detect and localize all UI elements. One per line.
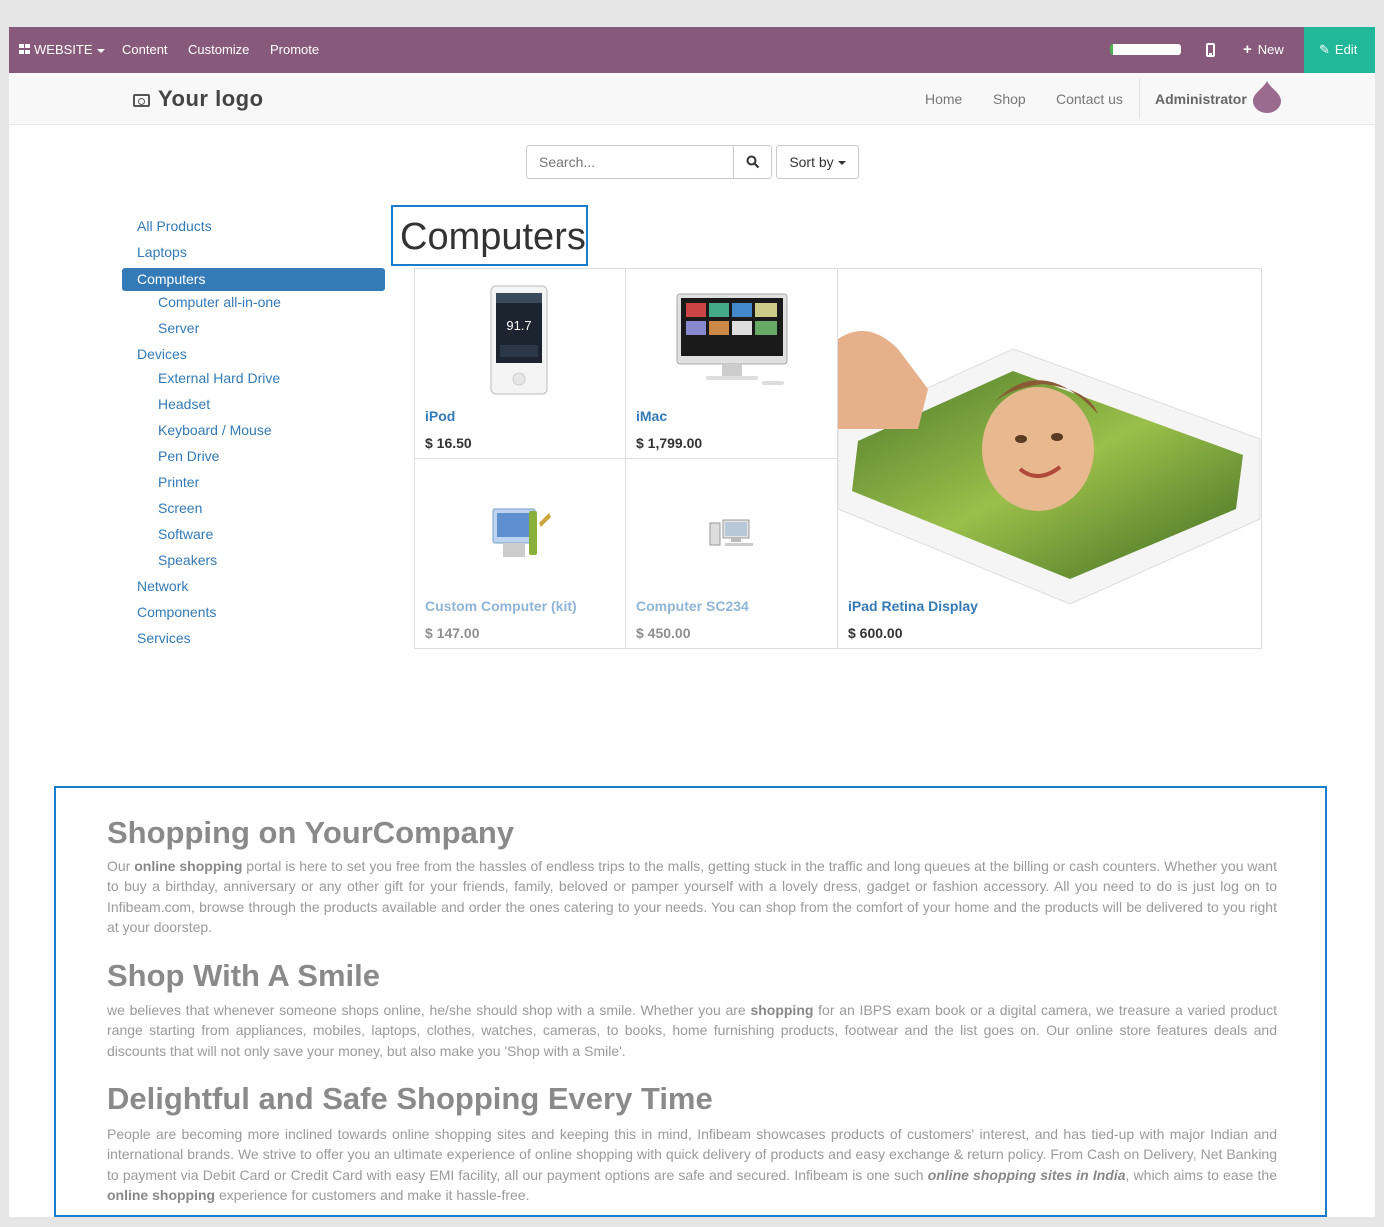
category-pen-drive[interactable]: Pen Drive — [158, 444, 219, 468]
category-speakers[interactable]: Speakers — [158, 548, 217, 572]
nav-shop[interactable]: Shop — [993, 73, 1026, 125]
product-name[interactable]: iPod — [425, 408, 455, 424]
svg-text:91.7: 91.7 — [506, 318, 531, 333]
product-name[interactable]: Custom Computer (kit) — [425, 598, 577, 614]
seo-content-section: Shopping on YourCompany Our online shopp… — [54, 786, 1327, 1217]
product-card-imac[interactable]: iMac $ 1,799.00 — [626, 269, 838, 459]
sort-by-label: Sort by — [789, 154, 834, 170]
category-external-hard-drive[interactable]: External Hard Drive — [158, 366, 280, 390]
ipod-image: 91.7 — [490, 285, 548, 395]
pencil-icon: ✎ — [1319, 42, 1330, 57]
product-price: $ 16.50 — [425, 435, 472, 451]
product-grid: 91.7 iPod $ 16.50 iMac $ 1,799.00 Custom… — [414, 268, 1262, 649]
custom-computer-image — [492, 508, 551, 557]
product-name[interactable]: iPad Retina Display — [848, 598, 978, 614]
seo-paragraph-2: we believes that whenever someone shops … — [107, 1002, 1277, 1059]
seo-heading-3: Delightful and Safe Shopping Every Time — [107, 1081, 713, 1117]
product-price: $ 450.00 — [636, 625, 691, 641]
imac-image — [676, 293, 788, 385]
seo-paragraph-3: People are becoming more inclined toward… — [107, 1126, 1277, 1203]
chevron-down-icon — [837, 161, 846, 166]
seo-heading-1: Shopping on YourCompany — [107, 815, 514, 850]
product-price: $ 147.00 — [425, 625, 480, 641]
category-headset[interactable]: Headset — [158, 392, 210, 416]
content-menu[interactable]: Content — [122, 27, 168, 73]
category-screen[interactable]: Screen — [158, 496, 202, 520]
nav-home[interactable]: Home — [925, 73, 962, 125]
seo-paragraph-1: Our online shopping portal is here to se… — [107, 858, 1277, 935]
nav-divider — [1139, 79, 1140, 119]
edit-button[interactable]: ✎ Edit — [1304, 27, 1375, 73]
chevron-down-icon — [96, 48, 105, 53]
search-icon — [746, 155, 760, 169]
product-price: $ 600.00 — [848, 625, 903, 641]
plus-icon: + — [1243, 41, 1252, 58]
progress-bar[interactable] — [1110, 44, 1181, 55]
category-computers[interactable]: Computers — [122, 268, 385, 291]
category-software[interactable]: Software — [158, 522, 213, 546]
computer-sc234-image — [709, 519, 753, 546]
edit-button-label: Edit — [1334, 42, 1358, 57]
category-keyboard-mouse[interactable]: Keyboard / Mouse — [158, 418, 272, 442]
new-button-label: New — [1257, 42, 1284, 57]
browser-page: WEBSITE Content Customize Promote + New ✎… — [9, 27, 1375, 1217]
category-services[interactable]: Services — [137, 626, 191, 650]
product-card-computer-sc234[interactable]: Computer SC234 $ 450.00 — [626, 459, 838, 649]
camera-icon — [133, 94, 150, 107]
site-logo[interactable]: Your logo — [133, 83, 264, 115]
search-button[interactable] — [733, 145, 772, 179]
product-name[interactable]: iMac — [636, 408, 667, 424]
site-header: Your logo Home Shop Contact us Administr… — [9, 73, 1375, 125]
product-card-ipod[interactable]: 91.7 iPod $ 16.50 — [415, 269, 626, 459]
avatar[interactable] — [1253, 81, 1281, 113]
category-devices[interactable]: Devices — [137, 342, 187, 366]
admin-bar: WEBSITE Content Customize Promote + New ✎… — [9, 27, 1375, 73]
product-card-ipad-retina-display[interactable]: iPad Retina Display $ 600.00 — [838, 269, 1262, 649]
category-printer[interactable]: Printer — [158, 470, 199, 494]
category-components[interactable]: Components — [137, 600, 216, 624]
product-name[interactable]: Computer SC234 — [636, 598, 749, 614]
website-menu-label: WEBSITE — [34, 42, 93, 57]
category-server[interactable]: Server — [158, 316, 199, 340]
ipad-retina-image — [838, 331, 1261, 605]
website-menu[interactable]: WEBSITE — [19, 27, 105, 73]
logo-text: Your logo — [158, 86, 264, 111]
user-menu[interactable]: Administrator — [1155, 73, 1247, 125]
category-network[interactable]: Network — [137, 574, 188, 598]
sort-by-dropdown[interactable]: Sort by — [776, 145, 859, 179]
nav-contact-us[interactable]: Contact us — [1056, 73, 1123, 125]
promote-menu[interactable]: Promote — [270, 27, 319, 73]
mobile-preview-icon[interactable] — [1206, 43, 1215, 57]
product-price: $ 1,799.00 — [636, 435, 703, 451]
category-laptops[interactable]: Laptops — [137, 240, 187, 264]
category-all-products[interactable]: All Products — [137, 214, 212, 238]
seo-heading-2: Shop With A Smile — [107, 958, 380, 994]
page-title: Computers — [400, 216, 586, 258]
search-input[interactable] — [526, 145, 734, 179]
customize-menu[interactable]: Customize — [188, 27, 249, 73]
product-card-custom-computer-kit[interactable]: Custom Computer (kit) $ 147.00 — [415, 459, 626, 649]
apps-grid-icon — [19, 44, 31, 55]
new-button[interactable]: + New — [1243, 27, 1284, 73]
category-computer-all-in-one[interactable]: Computer all-in-one — [158, 290, 281, 314]
